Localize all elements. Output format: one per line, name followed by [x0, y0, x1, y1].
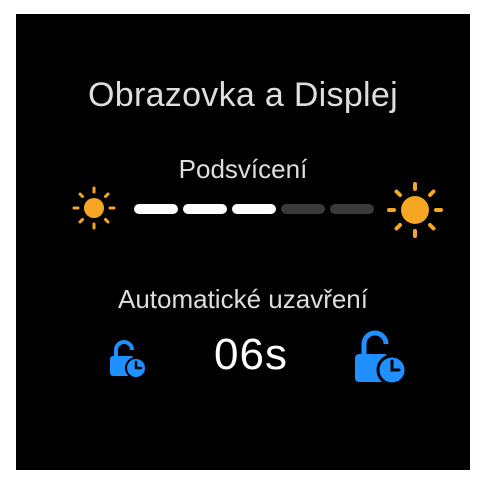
backlight-segment: [330, 204, 374, 214]
sun-large-icon[interactable]: [387, 182, 443, 238]
autolock-timeout-value: 06s: [214, 330, 288, 379]
backlight-segment: [281, 204, 325, 214]
backlight-segment: [232, 204, 276, 214]
display-settings-screen: Obrazovka a Displej Podsvícení Automatic…: [16, 14, 470, 470]
backlight-segment: [183, 204, 227, 214]
lock-timer-large-icon[interactable]: [350, 328, 410, 388]
backlight-label: Podsvícení: [178, 154, 308, 184]
autolock-label: Automatické uzavření: [117, 284, 368, 314]
page-title: Obrazovka a Displej: [88, 76, 398, 114]
backlight-slider[interactable]: [134, 200, 378, 218]
backlight-segment: [134, 204, 178, 214]
sun-small-icon[interactable]: [72, 186, 116, 230]
lock-timer-small-icon[interactable]: [106, 338, 150, 382]
